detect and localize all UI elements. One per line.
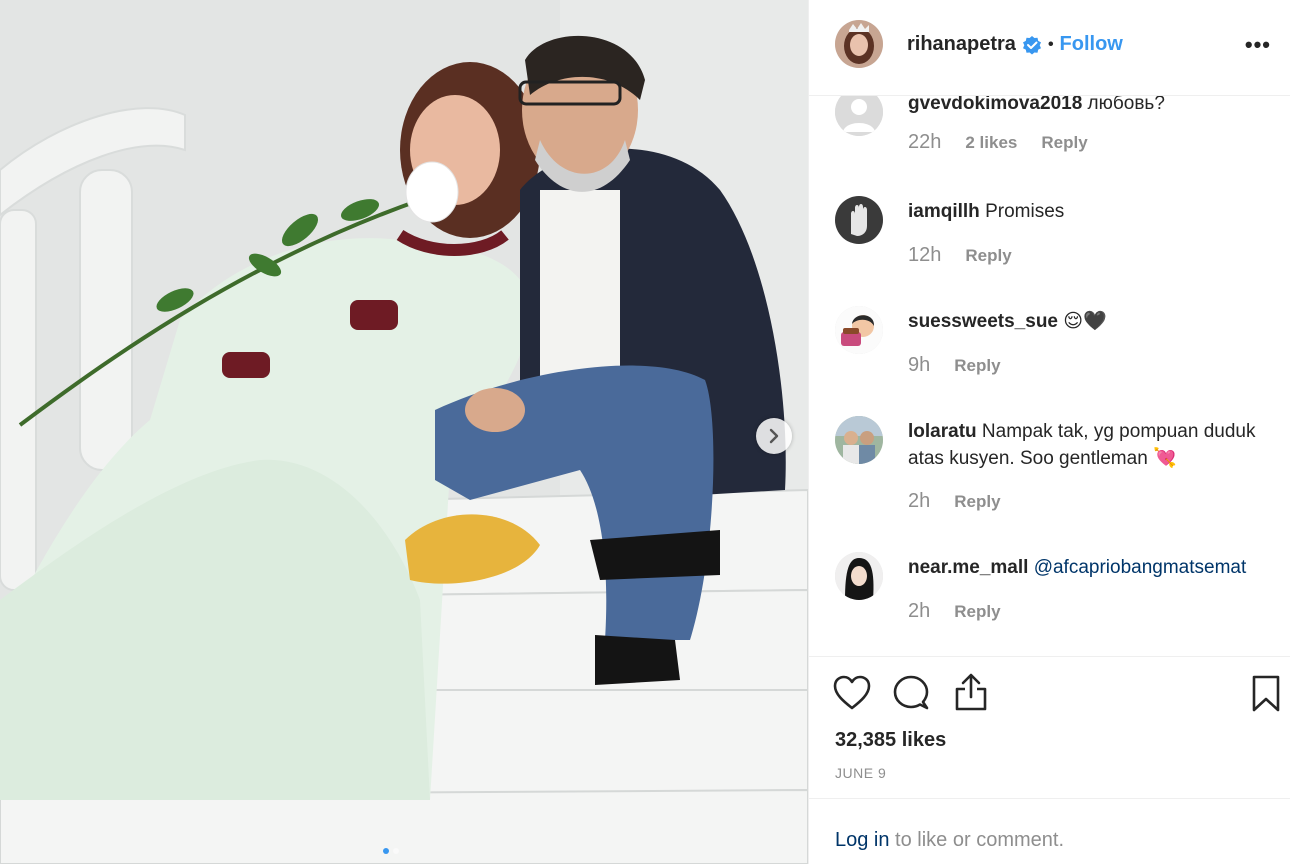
- carousel-dot: [393, 848, 399, 854]
- chevron-right-icon: [769, 428, 779, 444]
- avatar-image: [835, 306, 883, 354]
- avatar-image: [835, 20, 883, 68]
- comment-time[interactable]: 22h: [908, 131, 941, 154]
- carousel-dot-active: [383, 848, 389, 854]
- post-sidebar: rihanapetra • Follow ••• gvevdokimova201…: [808, 0, 1290, 864]
- comment-body: Promises: [985, 201, 1065, 222]
- heart-icon: [833, 675, 871, 710]
- more-options-button[interactable]: •••: [1245, 32, 1271, 58]
- comment-username[interactable]: suessweets_sue: [908, 311, 1058, 332]
- comment-body: любовь?: [1087, 96, 1165, 114]
- commenter-avatar[interactable]: [835, 306, 883, 354]
- comment-text: iamqillh Promises: [908, 198, 1278, 225]
- commenter-avatar[interactable]: [835, 96, 883, 136]
- likes-count[interactable]: 32,385 likes: [835, 729, 946, 752]
- comment-button[interactable]: [893, 675, 929, 716]
- avatar-image: [835, 552, 883, 600]
- comment-mention-link[interactable]: @afcapriobangmatsemat: [1034, 557, 1247, 578]
- commenter-avatar[interactable]: [835, 196, 883, 244]
- comment-body: 😌🖤: [1063, 311, 1107, 332]
- reply-button[interactable]: Reply: [954, 602, 1000, 622]
- author-avatar[interactable]: [835, 20, 883, 68]
- post-actions: 32,385 likes JUNE 9: [809, 656, 1290, 796]
- login-suffix: to like or comment.: [889, 829, 1065, 851]
- comment-list[interactable]: gvevdokimova2018 любовь? 22h 2 likes Rep…: [809, 96, 1290, 656]
- login-prompt: Log in to like or comment.: [809, 798, 1290, 864]
- default-avatar-icon: [835, 96, 883, 136]
- save-button[interactable]: [1251, 675, 1281, 718]
- verified-badge-icon: [1022, 35, 1041, 54]
- reply-button[interactable]: Reply: [954, 356, 1000, 376]
- author-line: rihanapetra • Follow: [907, 33, 1123, 56]
- avatar-image: [835, 196, 883, 244]
- reply-button[interactable]: Reply: [965, 246, 1011, 266]
- comment-time[interactable]: 12h: [908, 244, 941, 267]
- comment-time[interactable]: 2h: [908, 600, 930, 623]
- comment-meta: 22h 2 likes Reply: [908, 131, 1088, 154]
- next-photo-button[interactable]: [756, 418, 792, 454]
- comment-meta: 9h Reply: [908, 354, 1001, 377]
- comment-text: gvevdokimova2018 любовь?: [908, 96, 1278, 117]
- comment-username[interactable]: near.me_mall: [908, 557, 1028, 578]
- comment-likes[interactable]: 2 likes: [965, 133, 1017, 153]
- comment-text: near.me_mall @afcapriobangmatsemat: [908, 554, 1278, 581]
- share-button[interactable]: [953, 673, 989, 716]
- comment-username[interactable]: iamqillh: [908, 201, 980, 222]
- comment-username[interactable]: lolaratu: [908, 421, 977, 442]
- commenter-avatar[interactable]: [835, 416, 883, 464]
- reply-button[interactable]: Reply: [954, 492, 1000, 512]
- comment-icon: [893, 675, 929, 710]
- post-photo[interactable]: [0, 0, 808, 864]
- reply-button[interactable]: Reply: [1041, 133, 1087, 153]
- follow-button[interactable]: Follow: [1060, 33, 1123, 56]
- avatar-image: [835, 416, 883, 464]
- login-prompt-text: Log in to like or comment.: [835, 829, 1064, 852]
- carousel-indicator: [383, 848, 399, 854]
- like-button[interactable]: [833, 675, 871, 716]
- comment-time[interactable]: 2h: [908, 490, 930, 513]
- comment-username[interactable]: gvevdokimova2018: [908, 96, 1082, 114]
- comment-text: lolaratu Nampak tak, yg pompuan duduk at…: [908, 418, 1278, 472]
- comment-meta: 12h Reply: [908, 244, 1012, 267]
- comment-meta: 2h Reply: [908, 600, 1001, 623]
- commenter-avatar[interactable]: [835, 552, 883, 600]
- comment-time[interactable]: 9h: [908, 354, 930, 377]
- author-username[interactable]: rihanapetra: [907, 33, 1016, 56]
- post-date[interactable]: JUNE 9: [835, 765, 886, 781]
- comment-meta: 2h Reply: [908, 490, 1001, 513]
- post-header: rihanapetra • Follow •••: [809, 0, 1290, 96]
- login-link[interactable]: Log in: [835, 829, 890, 851]
- post-image: [0, 0, 808, 864]
- header-separator: •: [1047, 35, 1054, 53]
- bookmark-icon: [1252, 675, 1280, 712]
- share-icon: [955, 673, 987, 711]
- comment-text: suessweets_sue 😌🖤: [908, 308, 1278, 335]
